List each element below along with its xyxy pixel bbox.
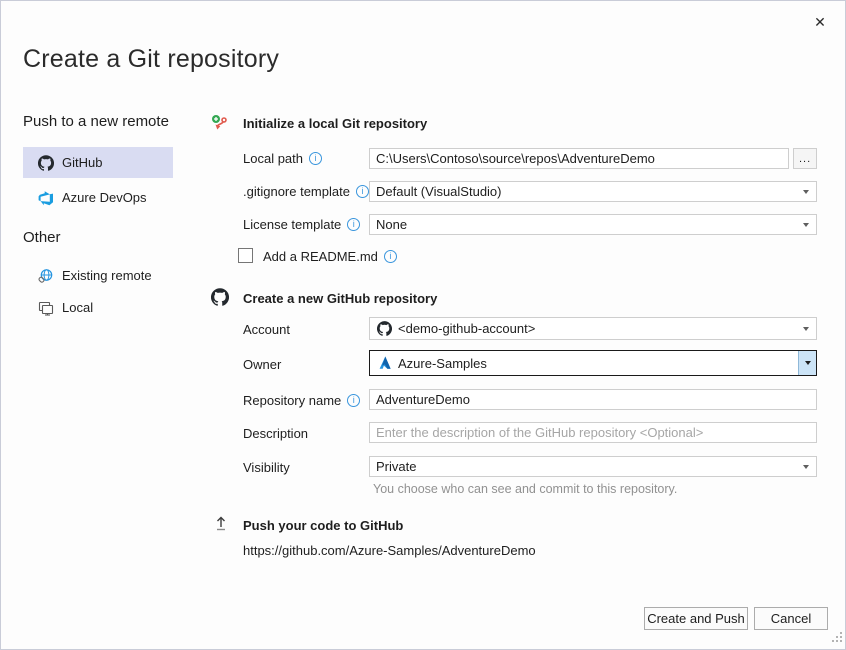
github-icon	[376, 321, 392, 337]
chevron-down-icon	[805, 361, 811, 365]
info-icon[interactable]: i	[384, 250, 397, 263]
description-input[interactable]: Enter the description of the GitHub repo…	[369, 422, 817, 443]
chevron-down-icon	[803, 327, 809, 331]
sidebar-item-label: Local	[62, 300, 93, 315]
close-icon[interactable]: ✕	[809, 11, 831, 33]
github-section-title: Create a new GitHub repository	[243, 291, 437, 306]
globe-link-icon	[38, 268, 54, 284]
cancel-button[interactable]: Cancel	[754, 607, 828, 630]
owner-select[interactable]: Azure-Samples	[369, 350, 817, 376]
info-icon[interactable]: i	[347, 394, 360, 407]
readme-label: Add a README.md i	[263, 249, 397, 264]
account-label: Account	[243, 322, 290, 337]
description-placeholder: Enter the description of the GitHub repo…	[376, 425, 703, 440]
sidebar-item-azure-devops[interactable]: Azure DevOps	[23, 182, 173, 213]
repo-url: https://github.com/Azure-Samples/Adventu…	[243, 543, 536, 558]
sidebar-section-push-remote: Push to a new remote	[23, 113, 169, 130]
repo-name-label: Repository name i	[243, 393, 360, 408]
license-select[interactable]: None	[369, 214, 817, 235]
sidebar-item-label: GitHub	[62, 155, 102, 170]
owner-dropdown-button[interactable]	[798, 351, 816, 375]
info-icon[interactable]: i	[347, 218, 360, 231]
upload-icon	[212, 514, 230, 532]
sidebar-item-github[interactable]: GitHub	[23, 147, 173, 178]
sidebar-item-label: Azure DevOps	[62, 190, 147, 205]
chevron-down-icon	[803, 223, 809, 227]
push-section-title: Push your code to GitHub	[243, 518, 403, 533]
local-path-label: Local path i	[243, 151, 322, 166]
chevron-down-icon	[803, 465, 809, 469]
browse-button[interactable]: ...	[793, 148, 817, 169]
create-and-push-button[interactable]: Create and Push	[644, 607, 748, 630]
account-select[interactable]: <demo-github-account>	[369, 317, 817, 340]
info-icon[interactable]: i	[309, 152, 322, 165]
sidebar-item-local[interactable]: Local	[23, 293, 173, 322]
owner-label: Owner	[243, 357, 281, 372]
chevron-down-icon	[803, 190, 809, 194]
readme-checkbox[interactable]	[238, 248, 253, 263]
page-title: Create a Git repository	[23, 45, 279, 74]
gitignore-select[interactable]: Default (VisualStudio)	[369, 181, 817, 202]
info-icon[interactable]: i	[356, 185, 369, 198]
visibility-label: Visibility	[243, 460, 290, 475]
gitignore-label: .gitignore template i	[243, 184, 369, 199]
sidebar-section-other: Other	[23, 229, 61, 246]
local-path-input[interactable]: C:\Users\Contoso\source\repos\AdventureD…	[369, 148, 789, 169]
init-section-title: Initialize a local Git repository	[243, 116, 427, 131]
sidebar-item-existing-remote[interactable]: Existing remote	[23, 261, 173, 290]
visibility-hint: You choose who can see and commit to thi…	[373, 482, 677, 496]
license-label: License template i	[243, 217, 360, 232]
azure-devops-icon	[38, 190, 54, 206]
azure-icon	[376, 355, 392, 371]
sidebar-item-label: Existing remote	[62, 268, 152, 283]
github-icon	[211, 288, 229, 306]
computer-icon	[38, 300, 54, 316]
repo-name-input[interactable]: AdventureDemo	[369, 389, 817, 410]
description-label: Description	[243, 426, 308, 441]
create-git-repository-dialog: ✕ Create a Git repository Push to a new …	[0, 0, 846, 650]
git-init-icon	[211, 114, 229, 132]
visibility-select[interactable]: Private	[369, 456, 817, 477]
github-icon	[38, 155, 54, 171]
resize-grip[interactable]	[830, 631, 843, 647]
